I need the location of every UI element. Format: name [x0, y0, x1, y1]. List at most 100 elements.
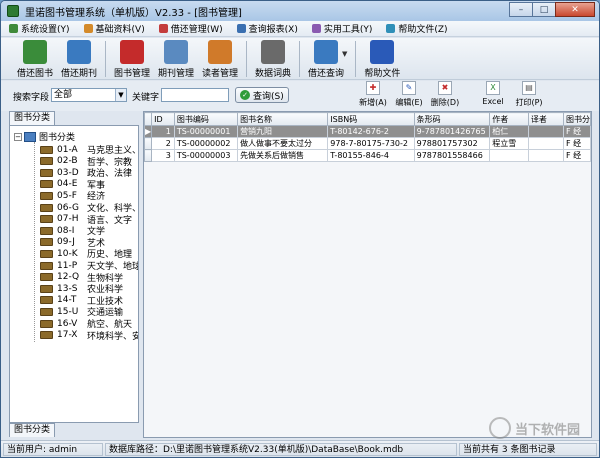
menu-item-label: 查询报表(X) [248, 25, 298, 35]
column-header[interactable]: 作者 [489, 112, 529, 126]
toolbar-button-3[interactable]: 期刊管理 [154, 38, 198, 79]
menu-item-label: 系统设置(Y) [21, 25, 70, 35]
menu-item-4[interactable]: 实用工具(Y) [311, 22, 372, 35]
tree-node[interactable]: 09-J 艺术 [40, 237, 105, 249]
cell-barcode: 978801757302 [413, 137, 491, 150]
tree-node[interactable]: 03-D 政治、法律 [40, 167, 132, 179]
menu-item-5[interactable]: 帮助文件(Z) [386, 22, 448, 35]
excel-button[interactable]: X Excel [475, 81, 511, 109]
tree-node[interactable]: 07-H 语言、文字 [40, 214, 132, 226]
column-header[interactable]: 译者 [527, 112, 564, 126]
toolbar-button-label: 借还图书 [16, 69, 53, 79]
tree-node[interactable]: 05-F 经济 [40, 190, 105, 202]
reader-icon [208, 40, 232, 64]
tree-node[interactable]: 14-T 工业技术 [40, 295, 123, 307]
toolbar-separator [246, 41, 247, 77]
tab-category-top[interactable]: 图书分类 [9, 111, 56, 125]
cell-translator [527, 149, 564, 162]
dictionary-icon [261, 40, 285, 64]
menu-item-1[interactable]: 基础资料(V) [83, 22, 145, 35]
tab-category-bottom[interactable]: 图书分类 [9, 423, 56, 437]
book-icon [40, 319, 53, 328]
cell-isbn: T-80142-676-2 [327, 125, 415, 138]
status-bar: 当前用户: admin 数据库路径：D:\里诺图书管理系统V2.33(单机版)\… [1, 440, 599, 457]
column-header[interactable]: 图书分 [562, 112, 591, 126]
book-icon [40, 226, 53, 235]
tree-node[interactable]: 16-V 航空、航天 [40, 318, 132, 330]
cell-name: 做人做事不要太过分 [237, 137, 329, 150]
row-indicator[interactable] [144, 149, 153, 162]
toolbar-button-0[interactable]: 借还图书 [13, 38, 57, 79]
cell-code: TS-00000003 [173, 149, 239, 162]
row-indicator[interactable]: ▶ [144, 125, 153, 138]
magnifier-icon [314, 40, 338, 64]
keyword-input[interactable] [161, 88, 229, 102]
tree-node-code: 16-V [57, 318, 78, 329]
tree-node[interactable]: 17-X 环境科学、安全 [40, 330, 138, 342]
chevron-down-icon: ▼ [115, 89, 126, 101]
tree-node[interactable]: 13-S 农业科学 [40, 283, 123, 295]
column-header[interactable]: ID [151, 112, 175, 126]
category-panel: 图书分类 − 图书分类 01-A马克思主义、列02-B哲学、宗教03-D政治、法… [9, 111, 139, 438]
row-indicator[interactable] [144, 137, 153, 150]
tree-node[interactable]: 01-A马克思主义、列 [40, 144, 138, 156]
column-header[interactable]: 条形码 [413, 112, 491, 126]
category-root-icon [24, 131, 36, 142]
toolbar-button-4[interactable]: 读者管理 [198, 38, 242, 79]
tree-node[interactable]: 08-I 文学 [40, 225, 105, 237]
cell-cat: F 经 [562, 125, 591, 138]
dropdown-arrow-icon[interactable]: ▼ [342, 50, 347, 58]
menu-item-3[interactable]: 查询报表(X) [236, 22, 298, 35]
category-tree[interactable]: − 图书分类 01-A马克思主义、列02-B哲学、宗教03-D政治、法律04-E… [9, 125, 139, 423]
toolbar-button-7[interactable]: 帮助文件 [360, 38, 404, 79]
title-bar[interactable]: 里诺图书管理系统（单机版）V2.33 - [图书管理] – □ ✕ [1, 1, 599, 21]
action-label: Excel [482, 97, 504, 106]
cell-translator [527, 137, 564, 150]
toolbar-button-2[interactable]: 图书管理 [110, 38, 154, 79]
tree-connector [34, 142, 35, 342]
toolbar-button-6[interactable]: 借还查询 [304, 38, 348, 79]
table-row[interactable]: 2 TS-00000002 做人做事不要太过分 978-7-80175-730-2 97… [144, 137, 591, 150]
book-table: ID 图书编码 图书名称 ISBN码 条形码 作者 译者 图书分 ▶ 1 TS-00000001 营… [144, 112, 591, 162]
menu-item-0[interactable]: 系统设置(Y) [9, 22, 70, 35]
book-grid[interactable]: ID 图书编码 图书名称 ISBN码 条形码 作者 译者 图书分 ▶ 1 TS-00000001 营… [143, 111, 592, 438]
search-bar: 搜索字段 全部 ▼ 关键字 ✓ 查询(S) ✚ 新增(A) ✎ 编辑(E) ✖ 删除(D)… [1, 81, 599, 111]
column-header[interactable]: 图书编码 [173, 112, 239, 126]
tree-node[interactable]: 06-G文化、科学、教 [40, 202, 138, 214]
tree-node[interactable]: 12-Q 生物科学 [40, 272, 123, 284]
tree-node[interactable]: 10-K 历史、地理 [40, 248, 132, 260]
query-button[interactable]: ✓ 查询(S) [235, 87, 289, 103]
toolbar-button-5[interactable]: 数据词典 [251, 38, 295, 79]
cell-id: 3 [151, 149, 175, 162]
book-icon [40, 273, 53, 282]
column-header[interactable]: ISBN码 [327, 112, 415, 126]
cell-barcode: 9787801558466 [413, 149, 491, 162]
column-header[interactable]: 图书名称 [237, 112, 329, 126]
tree-node[interactable]: 11-P天文学、地球科 [40, 260, 138, 272]
tree-node-code: 01-A [57, 144, 78, 155]
tree-node[interactable]: 04-E 军事 [40, 179, 105, 191]
search-field-select[interactable]: 全部 ▼ [51, 88, 127, 102]
maximize-button[interactable]: □ [532, 2, 556, 17]
print-button[interactable]: ▤ 打印(P) [511, 81, 547, 109]
menu-icon [386, 24, 396, 33]
table-row[interactable]: ▶ 1 TS-00000001 营销九阳 T-80142-676-2 9-78780142… [144, 125, 591, 138]
cell-barcode: 9-787801426765 [413, 125, 491, 138]
close-button[interactable]: ✕ [555, 2, 595, 17]
row-indicator-header [144, 112, 153, 126]
tree-node[interactable]: 02-B 哲学、宗教 [40, 156, 132, 168]
menu-item-2[interactable]: 借还管理(W) [158, 22, 223, 35]
edit-button[interactable]: ✎ 编辑(E) [391, 81, 427, 109]
minimize-button[interactable]: – [509, 2, 533, 17]
tree-root[interactable]: − 图书分类 [14, 130, 75, 143]
cell-isbn: T-80155-846-4 [327, 149, 415, 162]
delete-button[interactable]: ✖ 删除(D) [427, 81, 463, 109]
add-button[interactable]: ✚ 新增(A) [355, 81, 391, 109]
toolbar-button-1[interactable]: 借还期刊 [57, 38, 101, 79]
collapse-icon[interactable]: − [14, 132, 22, 141]
tree-node[interactable]: 15-U 交通运输 [40, 306, 123, 318]
book-icon [40, 284, 53, 293]
book-icon [40, 145, 53, 154]
table-row[interactable]: 3 TS-00000003 先做关系后做销售 T-80155-846-4 9787801… [144, 149, 591, 162]
status-record-count: 当前共有 3 条图书记录 [459, 443, 597, 456]
